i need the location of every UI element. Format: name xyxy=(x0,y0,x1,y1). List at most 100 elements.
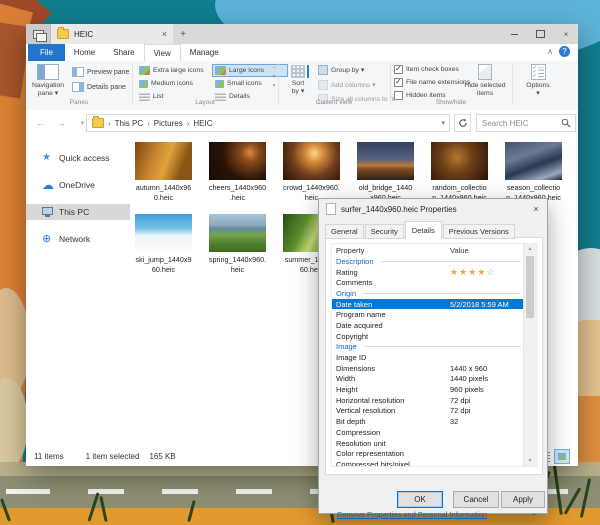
sidebar-item-icon xyxy=(42,233,54,245)
property-name: Vertical resolution xyxy=(336,406,450,415)
property-row[interactable]: Horizontal resolution72 dpi xyxy=(332,395,525,406)
breadcrumb-segment[interactable]: HEIC xyxy=(193,119,212,128)
hide-selected-items-button[interactable]: Hide selected items xyxy=(462,64,508,97)
breadcrumb-separator: › xyxy=(147,119,150,128)
property-list-scrollbar[interactable]: ▴ ▾ xyxy=(523,244,536,466)
property-row[interactable]: Program name xyxy=(332,309,525,320)
ribbon-tab[interactable]: Manage xyxy=(181,44,228,61)
breadcrumb-segment[interactable]: This PC xyxy=(115,119,143,128)
layout-option[interactable]: Medium icons xyxy=(136,77,212,90)
property-row[interactable]: Description xyxy=(332,256,525,267)
property-row[interactable]: Date acquired xyxy=(332,320,525,331)
file-item[interactable]: old_bridge_1440x960.heic xyxy=(357,142,414,200)
ribbon-tab[interactable]: Share xyxy=(104,44,143,61)
options-button[interactable]: Options ▾ xyxy=(516,64,560,97)
sidebar-item-icon xyxy=(42,206,54,218)
sidebar-item[interactable]: OneDrive xyxy=(26,177,130,193)
new-tab-button[interactable]: + xyxy=(173,29,193,40)
file-item[interactable]: ski_jump_1440x960.heic xyxy=(135,214,192,272)
file-item[interactable]: random_collection_1440x960.heic xyxy=(431,142,488,200)
property-row[interactable]: Width1440 pixels xyxy=(332,374,525,385)
property-row[interactable]: Height960 pixels xyxy=(332,384,525,395)
property-value: 5/2/2018 5:59 AM xyxy=(450,300,509,309)
property-row[interactable]: Resolution unit xyxy=(332,438,525,449)
sidebar-item-label: OneDrive xyxy=(59,180,95,190)
maximize-button[interactable] xyxy=(528,24,552,44)
folder-icon xyxy=(57,29,69,39)
show-hide-checkbox[interactable]: Item check boxes xyxy=(394,65,470,74)
dialog-tab[interactable]: Details xyxy=(405,221,442,240)
dialog-tab[interactable]: Previous Versions xyxy=(443,224,515,239)
scrollbar-thumb[interactable] xyxy=(526,256,534,318)
property-row[interactable]: Color representation xyxy=(332,448,525,459)
sidebar-item[interactable]: Network xyxy=(26,231,130,247)
file-name: ski_jump_1440x960.heic xyxy=(128,255,199,274)
property-row[interactable]: Dimensions1440 x 960 xyxy=(332,363,525,374)
file-item[interactable]: cheers_1440x960.heic xyxy=(209,142,266,200)
property-row[interactable]: Image xyxy=(332,342,525,353)
dialog-button[interactable]: Cancel xyxy=(453,491,499,508)
file-item[interactable]: season_collection_1440x960.heic xyxy=(505,142,562,200)
dialog-tab[interactable]: General xyxy=(325,224,364,239)
explorer-tab[interactable]: HEIC × xyxy=(51,24,173,44)
property-value: 72 dpi xyxy=(450,396,470,405)
chevron-down-icon: ▾ xyxy=(270,74,278,80)
forward-button[interactable]: → xyxy=(55,118,68,128)
property-name: Copyright xyxy=(336,332,450,341)
sidebar-item[interactable]: Quick access xyxy=(26,150,130,166)
navigation-pane-button[interactable]: Navigation pane ▾ xyxy=(30,64,66,97)
show-hide-checkbox[interactable]: File name extensions xyxy=(394,78,470,87)
tab-close-icon[interactable]: × xyxy=(162,30,167,39)
thumbnail-view-toggle-icon[interactable] xyxy=(554,449,570,464)
dialog-close-icon[interactable]: × xyxy=(525,204,547,214)
address-bar: ← → ▾ ↑ ›This PC›Pictures›HEIC ▾ xyxy=(26,110,578,136)
file-item[interactable]: crowd_1440x960.heic xyxy=(283,142,340,200)
current-view-option[interactable]: Add columns ▾ xyxy=(318,80,395,90)
close-button[interactable]: × xyxy=(554,24,578,44)
task-view-button[interactable] xyxy=(26,24,51,44)
sidebar-item[interactable]: This PC xyxy=(26,204,130,220)
ribbon-tab[interactable]: File xyxy=(28,44,65,61)
property-row[interactable]: Origin xyxy=(332,288,525,299)
ribbon-tab[interactable]: View xyxy=(144,44,181,61)
preview-pane-button[interactable]: Preview pane xyxy=(72,67,129,77)
breadcrumb-segment[interactable]: Pictures xyxy=(154,119,183,128)
layout-option-label: Extra large icons xyxy=(153,67,204,74)
file-item[interactable]: spring_1440x960.heic xyxy=(209,214,266,272)
sort-by-button[interactable]: Sort by ▾ xyxy=(282,65,314,95)
property-row[interactable]: Copyright xyxy=(332,331,525,342)
layout-scroll-arrows[interactable]: – ▾ ▾ xyxy=(270,65,278,89)
file-thumbnail xyxy=(135,142,192,180)
scroll-down-icon[interactable]: ▾ xyxy=(524,456,536,466)
refresh-button[interactable] xyxy=(454,114,471,132)
options-icon xyxy=(531,64,546,80)
property-row[interactable]: Comments xyxy=(332,277,525,288)
property-row[interactable]: Compressed bits/pixel xyxy=(332,459,525,466)
property-row[interactable]: Date taken5/2/2018 5:59 AM xyxy=(332,299,525,310)
file-item[interactable]: autumn_1440x960.heic xyxy=(135,142,192,200)
breadcrumb[interactable]: ›This PC›Pictures›HEIC ▾ xyxy=(86,114,450,132)
help-icon[interactable]: ? xyxy=(559,46,570,57)
property-row[interactable]: Vertical resolution72 dpi xyxy=(332,406,525,417)
address-dropdown-icon[interactable]: ▾ xyxy=(441,119,445,127)
details-pane-button[interactable]: Details pane xyxy=(72,82,126,92)
minimize-button[interactable] xyxy=(502,24,526,44)
dialog-button[interactable]: OK xyxy=(397,491,443,508)
collapse-ribbon-icon[interactable]: ∧ xyxy=(547,47,553,56)
search-input[interactable] xyxy=(477,119,561,128)
back-button[interactable]: ← xyxy=(34,118,47,128)
layout-option-icon xyxy=(215,80,224,88)
layout-option[interactable]: Extra large icons xyxy=(136,64,212,77)
property-row[interactable]: Compression xyxy=(332,427,525,438)
ribbon-tab[interactable]: Home xyxy=(65,44,104,61)
search-box[interactable] xyxy=(476,114,576,132)
remove-properties-link[interactable]: Remove Properties and Personal Informati… xyxy=(337,510,487,519)
scroll-up-icon[interactable]: ▴ xyxy=(524,244,536,254)
current-view-option[interactable]: Group by ▾ xyxy=(318,65,395,75)
property-row[interactable]: Bit depth32 xyxy=(332,416,525,427)
property-row[interactable]: Rating★★★★☆ xyxy=(332,267,525,278)
property-row[interactable]: Image ID xyxy=(332,352,525,363)
dialog-button[interactable]: Apply xyxy=(501,491,545,508)
dialog-tab[interactable]: Security xyxy=(365,224,404,239)
sort-by-icon xyxy=(291,65,305,78)
